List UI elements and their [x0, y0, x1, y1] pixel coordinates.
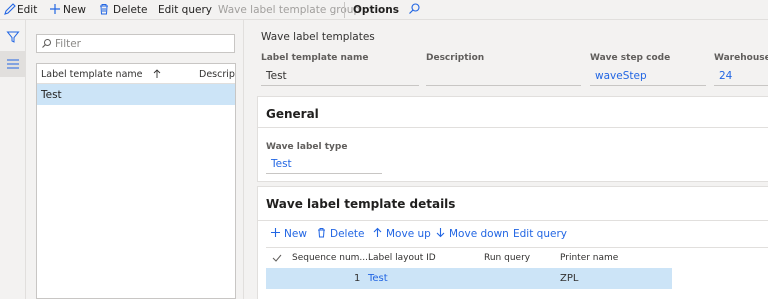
move-down-button[interactable]: Move down: [435, 227, 509, 241]
detail-pane: Wave label templates Label template name…: [243, 20, 768, 299]
plus-icon: [50, 4, 60, 14]
column-header-sequence[interactable]: Sequence num...: [292, 253, 368, 263]
general-title: General: [266, 107, 319, 121]
wave-step-code-field[interactable]: waveStep: [590, 67, 706, 86]
funnel-icon: [6, 31, 20, 43]
list-toggle[interactable]: [0, 51, 26, 77]
wave-label-type-field[interactable]: Test: [266, 155, 382, 174]
edit-query-button[interactable]: Edit query: [158, 3, 212, 17]
list-icon: [7, 59, 19, 69]
wave-step-code-label: Wave step code: [590, 53, 671, 63]
search-icon: [42, 39, 51, 48]
cell-sequence: 1: [354, 273, 361, 284]
card-divider: [258, 127, 768, 128]
details-new-label: New: [284, 228, 307, 240]
cell-printer-name: ZPL: [560, 273, 579, 284]
description-label: Description: [426, 53, 485, 63]
list-item-name: Test: [41, 89, 62, 101]
template-list-grid: Label template name Descrip Test: [36, 63, 236, 299]
column-header-run-query[interactable]: Run query: [484, 253, 530, 263]
left-rail: [0, 20, 26, 299]
move-down-label: Move down: [449, 228, 509, 240]
table-row[interactable]: 1 Test ZPL: [266, 268, 672, 289]
wave-label-type-label: Wave label type: [266, 142, 348, 152]
arrow-down-icon: [436, 228, 445, 238]
details-delete-label: Delete: [330, 228, 365, 240]
sort-ascending-icon: [153, 69, 161, 78]
action-pane: Edit New Delete Edit query Wave label te…: [0, 0, 768, 20]
label-template-name-field[interactable]: Test: [261, 67, 419, 86]
toolbar-divider: [344, 2, 345, 18]
column-header-label-template-name[interactable]: Label template name: [41, 69, 143, 80]
checkmark-icon[interactable]: [272, 254, 282, 262]
options-tab[interactable]: Options: [353, 3, 399, 17]
template-details-header[interactable]: Wave label template details: [258, 187, 768, 217]
template-details-title: Wave label template details: [266, 197, 456, 211]
grid-header: Label template name Descrip: [37, 64, 235, 84]
column-header-printer-name[interactable]: Printer name: [560, 253, 618, 263]
edit-icon: [4, 3, 16, 15]
trash-icon: [318, 228, 325, 238]
general-header[interactable]: General: [258, 97, 768, 127]
cell-label-layout-id[interactable]: Test: [368, 273, 388, 284]
arrow-up-icon: [373, 227, 382, 237]
details-grid: Sequence num... Label layout ID Run quer…: [266, 247, 768, 299]
list-pane: Filter Label template name Descrip Test: [27, 20, 243, 299]
wave-label-template-details-fasttab: Wave label template details New Delete M…: [257, 186, 768, 299]
filter-toggle[interactable]: [0, 24, 26, 50]
details-new-button[interactable]: New: [270, 227, 307, 241]
general-fasttab: General Wave label type Test: [257, 96, 768, 182]
section-title: Wave label templates: [261, 31, 375, 43]
column-header-description[interactable]: Descrip: [199, 69, 235, 80]
description-field[interactable]: [426, 67, 581, 86]
filter-placeholder: Filter: [55, 38, 82, 50]
column-header-label-layout-id[interactable]: Label layout ID: [368, 253, 436, 263]
wave-label-template-group-button[interactable]: Wave label template group: [218, 3, 360, 17]
search-icon[interactable]: [407, 2, 421, 16]
trash-icon: [100, 4, 108, 15]
edit-button[interactable]: Edit: [17, 3, 37, 17]
plus-icon: [271, 228, 280, 237]
new-button[interactable]: New: [63, 3, 86, 17]
details-edit-query-button[interactable]: Edit query: [513, 227, 567, 241]
warehouse-label: Warehouse: [714, 53, 768, 63]
delete-button[interactable]: Delete: [113, 3, 148, 17]
filter-input[interactable]: Filter: [36, 34, 235, 53]
move-up-button[interactable]: Move up: [372, 227, 431, 241]
details-action-bar: New Delete Move up Move down Edit query: [258, 227, 768, 241]
list-item[interactable]: Test: [37, 84, 235, 105]
label-template-name-label: Label template name: [261, 53, 369, 63]
move-up-label: Move up: [386, 228, 431, 240]
details-delete-button[interactable]: Delete: [316, 227, 365, 241]
warehouse-field[interactable]: 24: [714, 67, 768, 86]
card-divider: [258, 220, 768, 221]
